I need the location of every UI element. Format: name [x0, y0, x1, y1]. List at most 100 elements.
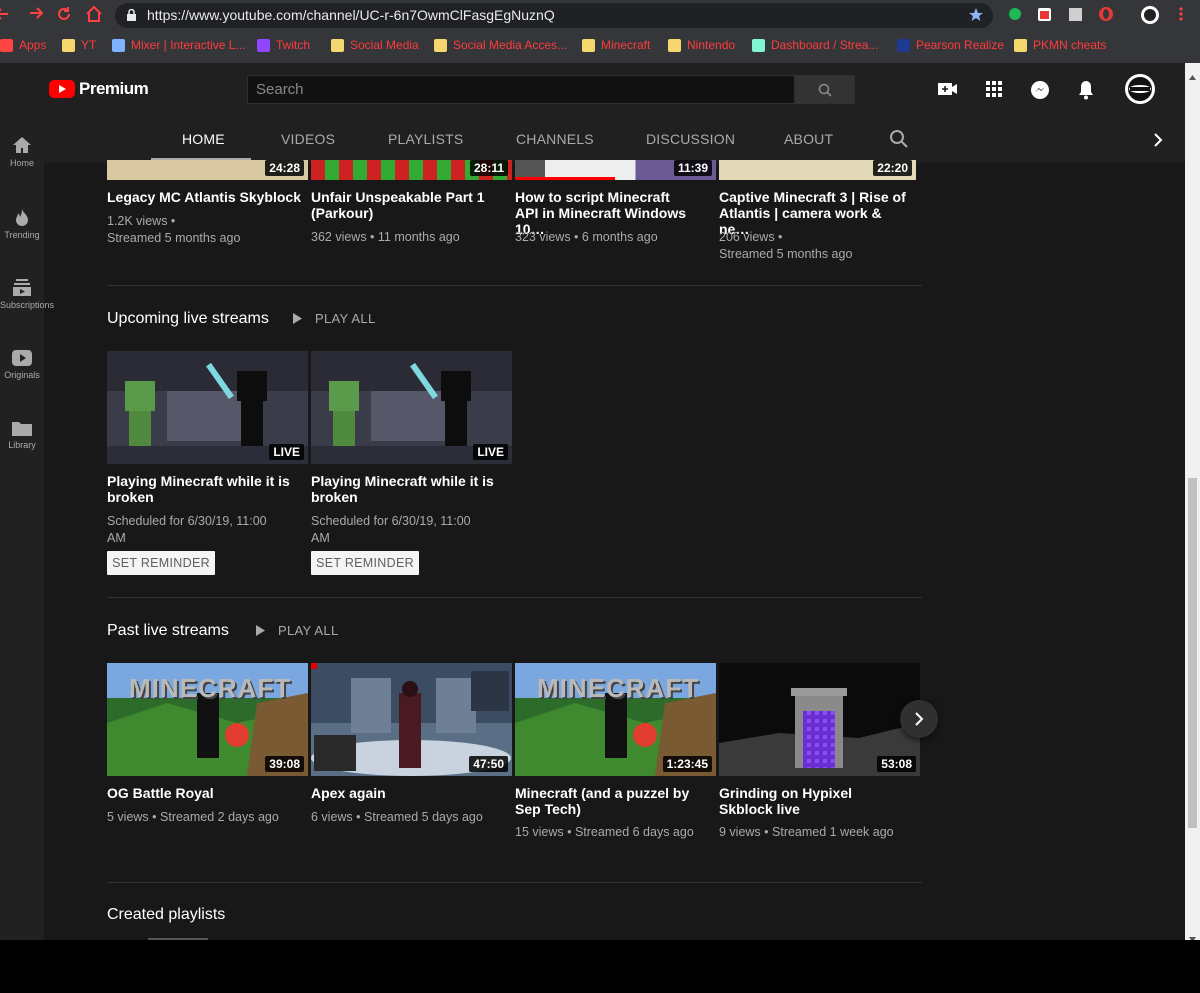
play-icon [293, 313, 302, 324]
stream-thumbnail[interactable]: MINECRAFT 1:23:45 [515, 663, 716, 776]
video-title[interactable]: Apex again [311, 785, 507, 801]
search-placeholder: Search [256, 81, 304, 98]
sidebar-item-subscriptions[interactable]: Subscriptions [0, 278, 54, 310]
scroll-down-arrow-icon[interactable] [1189, 929, 1196, 940]
video-duration: 22:20 [873, 160, 912, 176]
create-video-icon[interactable] [938, 81, 958, 102]
video-title[interactable]: Grinding on Hypixel Skblock live [719, 785, 899, 817]
bookmark-label: Minecraft [601, 38, 651, 52]
bookmark-item[interactable]: Nintendo [668, 37, 735, 53]
browser-menu-icon[interactable] [1178, 6, 1184, 27]
sidebar-item-home[interactable]: Home [0, 136, 44, 168]
browser-chrome: https://www.youtube.com/channel/UC-r-6n7… [0, 0, 1200, 63]
tab-playlists[interactable]: PLAYLISTS [388, 131, 463, 147]
bookmark-label: Social Media Acces... [453, 38, 568, 52]
bookmark-star-icon[interactable] [968, 7, 984, 28]
bookmark-label: Dashboard / Strea... [771, 38, 879, 52]
bookmark-item[interactable]: Mixer | Interactive L... [112, 37, 246, 53]
play-all-button[interactable]: PLAY ALL [292, 311, 375, 326]
sidebar-item-originals[interactable]: Originals [0, 350, 44, 380]
play-all-label: PLAY ALL [315, 311, 376, 326]
forward-arrow-icon[interactable] [28, 6, 44, 25]
home-button-icon[interactable] [85, 5, 103, 28]
shelf-next-button[interactable] [900, 700, 938, 738]
stream-title[interactable]: Playing Minecraft while it is broken [311, 473, 496, 505]
stream-thumbnail[interactable]: LIVE [107, 351, 308, 464]
video-thumbnail[interactable]: 24:28 [107, 160, 308, 180]
sidebar-item-trending[interactable]: Trending [0, 208, 44, 240]
stream-thumbnail[interactable]: 53:08 [719, 663, 920, 776]
bookmark-label: PKMN cheats [1033, 38, 1107, 52]
video-title[interactable]: Minecraft (and a puzzel by Sep Tech) [515, 785, 695, 817]
extension-calendar-icon[interactable] [1037, 7, 1052, 27]
video-thumbnail[interactable]: 22:20 [719, 160, 916, 180]
account-avatar[interactable] [1124, 73, 1156, 110]
video-meta: 9 views • Streamed 1 week ago [719, 825, 894, 839]
video-title[interactable]: Unfair Unspeakable Part 1 (Parkour) [311, 189, 491, 221]
sidebar-item-label: Trending [4, 230, 40, 240]
folder-icon [434, 38, 447, 52]
bookmark-item[interactable]: Pearson Realize [897, 37, 1004, 53]
bookmark-item[interactable]: Minecraft [582, 37, 650, 53]
bookmark-item[interactable]: Twitch [257, 37, 310, 53]
bookmark-label: Apps [19, 38, 47, 52]
search-button[interactable] [795, 75, 855, 104]
video-duration: 11:39 [673, 160, 712, 176]
bookmark-item[interactable]: YT [62, 37, 96, 53]
tabs-scroll-right-icon[interactable] [1153, 133, 1163, 152]
tab-channels[interactable]: CHANNELS [516, 131, 594, 147]
subscriptions-icon [13, 279, 31, 296]
tab-videos[interactable]: VIDEOS [281, 131, 335, 147]
section-title-created-playlists[interactable]: Created playlists [107, 906, 225, 924]
reload-icon[interactable] [55, 5, 73, 28]
bookmark-item[interactable]: PKMN cheats [1014, 37, 1106, 53]
tab-home[interactable]: HOME [182, 131, 225, 147]
scrollbar-thumb[interactable] [1188, 478, 1197, 828]
home-icon [13, 137, 31, 153]
notifications-bell-icon[interactable] [1077, 80, 1095, 105]
set-reminder-button[interactable]: SET REMINDER [107, 551, 215, 575]
address-bar[interactable]: https://www.youtube.com/channel/UC-r-6n7… [115, 3, 993, 28]
bookmark-item[interactable]: Social Media [331, 37, 419, 53]
stream-thumbnail[interactable]: 47:50 [311, 663, 512, 776]
bookmark-item[interactable]: Dashboard / Strea... [752, 37, 878, 53]
stream-title[interactable]: Playing Minecraft while it is broken [107, 473, 292, 505]
set-reminder-button[interactable]: SET REMINDER [311, 551, 419, 575]
video-thumbnail[interactable]: 28:11 [311, 160, 512, 180]
stream-thumbnail[interactable]: MINECRAFT 39:08 [107, 663, 308, 776]
extension-doc-icon[interactable] [1068, 7, 1083, 27]
video-thumbnail[interactable]: 11:39 [515, 160, 716, 180]
video-title[interactable]: Legacy MC Atlantis Skyblock [107, 189, 303, 205]
play-all-button[interactable]: PLAY ALL [255, 623, 338, 638]
section-title-upcoming[interactable]: Upcoming live streams [107, 310, 269, 328]
channel-search-icon[interactable] [889, 129, 909, 154]
sidebar-item-library[interactable]: Library [0, 420, 44, 450]
stream-thumbnail[interactable]: LIVE [311, 351, 512, 464]
extension-green-icon[interactable] [1008, 7, 1022, 26]
apps-grid-icon[interactable] [986, 81, 1002, 102]
video-duration: 24:28 [265, 160, 304, 176]
back-arrow-icon[interactable] [0, 7, 10, 26]
messages-icon[interactable] [1030, 80, 1050, 105]
bookmark-label: YT [81, 38, 97, 52]
video-title[interactable]: OG Battle Royal [107, 785, 303, 801]
search-input[interactable]: Search [247, 75, 795, 104]
twitch-icon [257, 38, 270, 52]
tab-about[interactable]: ABOUT [784, 131, 833, 147]
scroll-up-arrow-icon[interactable] [1189, 67, 1196, 85]
bookmark-label: Twitch [276, 38, 311, 52]
bookmark-item[interactable]: Apps [0, 37, 46, 53]
profile-avatar-icon[interactable] [1140, 5, 1160, 30]
video-duration: 28:11 [469, 160, 508, 176]
youtube-logo[interactable]: Premium [49, 79, 149, 99]
video-duration: 53:08 [877, 756, 916, 772]
masthead: Premium Search [0, 63, 1185, 116]
page-scrollbar[interactable] [1185, 63, 1200, 940]
tab-discussion[interactable]: DISCUSSION [646, 131, 735, 147]
bookmark-item[interactable]: Social Media Acces... [434, 37, 567, 53]
extension-opera-icon[interactable] [1098, 6, 1114, 27]
play-badge-icon [12, 350, 32, 366]
section-divider [107, 597, 922, 598]
section-title-past[interactable]: Past live streams [107, 622, 229, 640]
url-text: https://www.youtube.com/channel/UC-r-6n7… [147, 7, 555, 23]
